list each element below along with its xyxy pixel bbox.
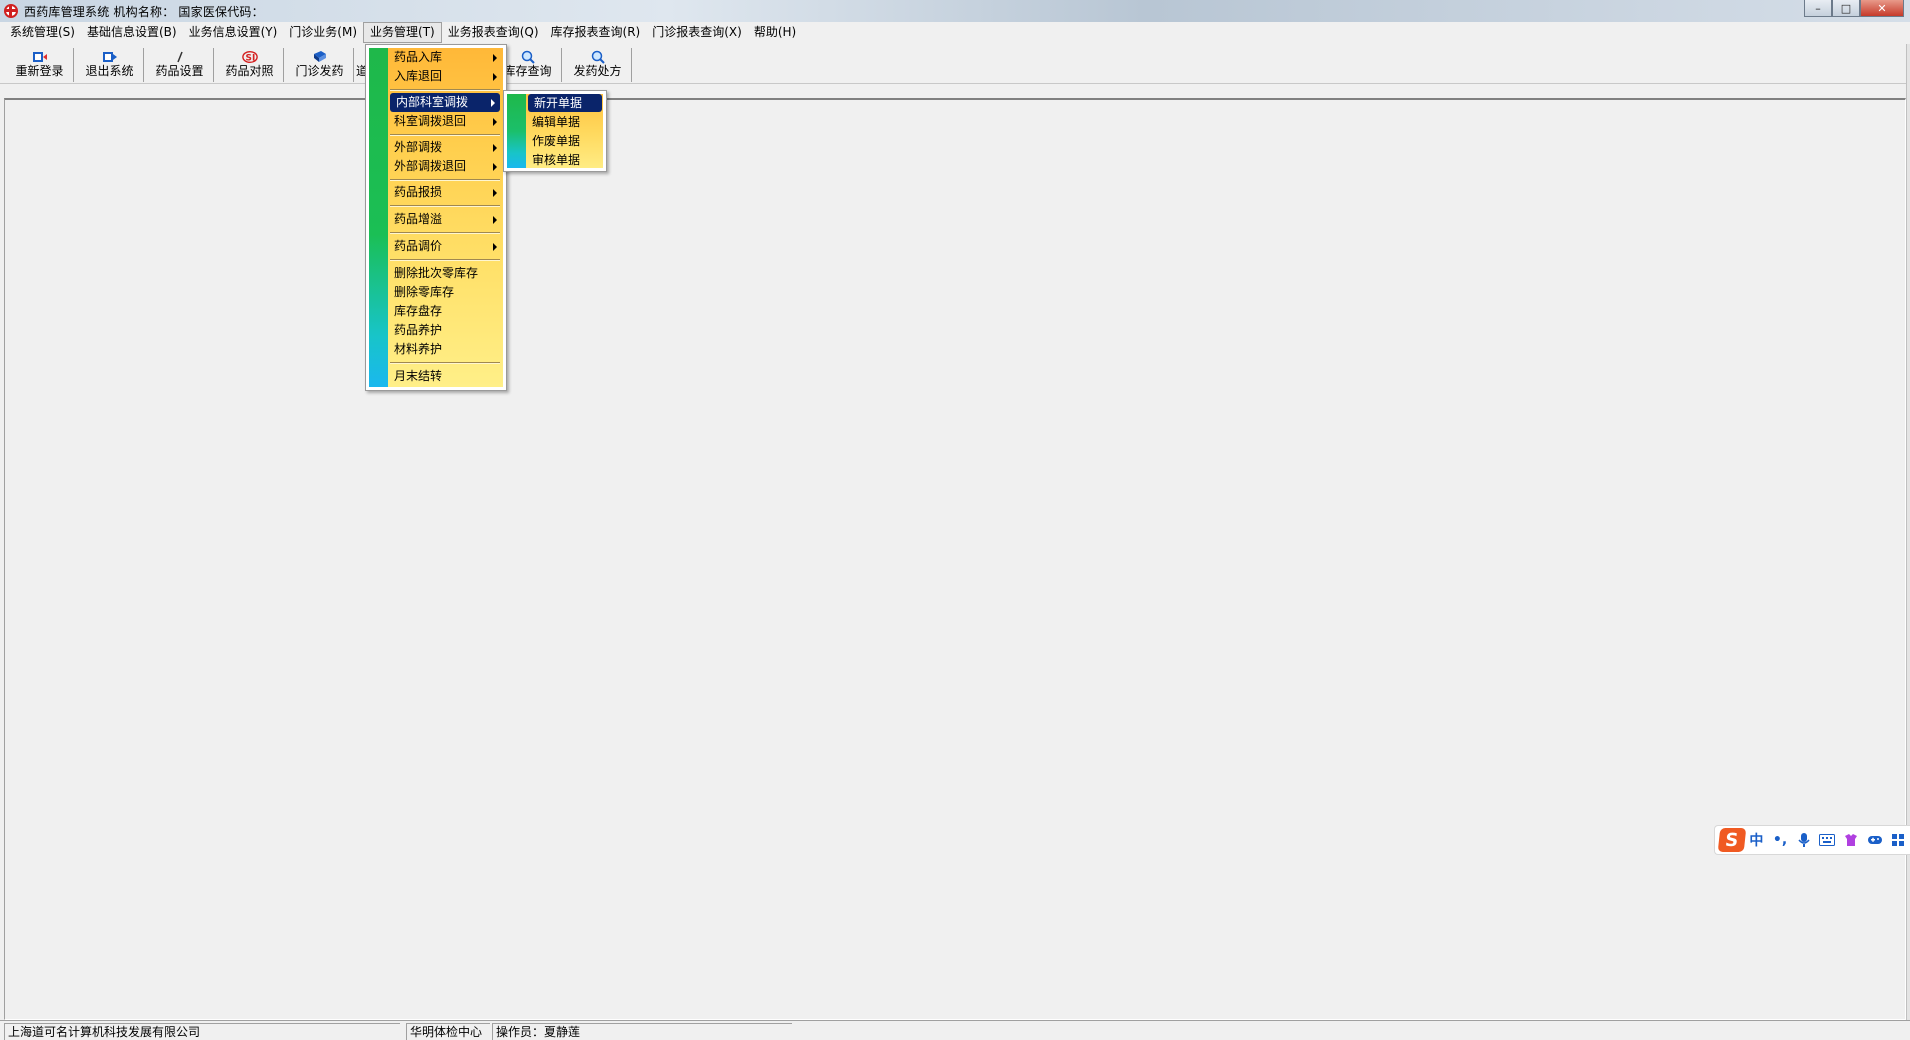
menu-help[interactable]: 帮助(H) — [748, 22, 802, 43]
grid-icon[interactable] — [1886, 828, 1910, 852]
exit-system-button[interactable]: 退出系统 — [76, 48, 144, 82]
menu-separator — [390, 362, 500, 364]
submenu-arrow-icon — [493, 144, 497, 152]
ime-punctuation-toggle[interactable]: •, — [1768, 828, 1792, 852]
menu-bar: 系统管理(S) 基础信息设置(B) 业务信息设置(Y) 门诊业务(M) 业务管理… — [0, 22, 1910, 43]
menu-item-internal-transfer[interactable]: 内部科室调拨 — [390, 93, 500, 112]
submenu-item-new-document[interactable]: 新开单据 — [528, 94, 602, 112]
menu-item-drug-loss[interactable]: 药品报损 — [388, 183, 502, 202]
sogou-logo-icon[interactable]: S — [1717, 828, 1746, 852]
submenu-arrow-icon — [493, 54, 497, 62]
ime-mode-toggle[interactable]: 中 — [1745, 828, 1769, 852]
submenu-arrow-icon — [493, 243, 497, 251]
submenu-item-review-document[interactable]: 审核单据 — [526, 151, 602, 169]
menu-inventory-reports[interactable]: 库存报表查询(R) — [545, 22, 647, 43]
submenu-item-edit-document[interactable]: 编辑单据 — [526, 113, 602, 131]
menu-item-drug-maintenance[interactable]: 药品养护 — [388, 321, 502, 340]
menu-separator — [390, 259, 500, 261]
window-controls: – □ ✕ — [1804, 0, 1904, 17]
submenu-arrow-icon — [493, 163, 497, 171]
app-icon — [4, 4, 18, 18]
menu-item-price-adjust[interactable]: 药品调价 — [388, 237, 502, 256]
submenu-arrow-icon — [493, 216, 497, 224]
menu-item-delete-batch-zero-stock[interactable]: 删除批次零库存 — [388, 264, 502, 283]
internal-transfer-submenu: 新开单据 编辑单据 作废单据 审核单据 — [503, 90, 607, 172]
menu-separator — [390, 134, 500, 136]
book-icon — [312, 50, 328, 64]
menu-item-drug-inbound[interactable]: 药品入库 — [388, 48, 502, 67]
game-icon[interactable] — [1863, 828, 1887, 852]
menu-separator — [390, 179, 500, 181]
menu-separator — [390, 89, 500, 91]
status-bar: 上海道可名计算机科技发展有限公司 华明体检中心 操作员：夏静莲 — [0, 1020, 1910, 1040]
menu-separator — [390, 232, 500, 234]
window-title: 西药库管理系统 机构名称： 国家医保代码： — [24, 4, 264, 19]
exit-icon — [102, 50, 118, 64]
submenu-side-strip — [507, 94, 526, 168]
minimize-button[interactable]: – — [1804, 0, 1832, 17]
menu-item-material-maintenance[interactable]: 材料养护 — [388, 340, 502, 359]
submenu-item-void-document[interactable]: 作废单据 — [526, 132, 602, 150]
title-bar: 西药库管理系统 机构名称： 国家医保代码： – □ ✕ — [0, 0, 1910, 22]
menu-item-drug-surplus[interactable]: 药品增溢 — [388, 210, 502, 229]
menu-item-stocktake[interactable]: 库存盘存 — [388, 302, 502, 321]
menu-separator — [390, 205, 500, 207]
business-management-dropdown: 药品入库 入库退回 内部科室调拨 科室调拨退回 外部调拨 外部调拨退回 药品报损… — [365, 44, 507, 391]
menu-item-dept-transfer-return[interactable]: 科室调拨退回 — [388, 112, 502, 131]
main-workspace — [4, 98, 1906, 1020]
dropdown-side-strip — [369, 48, 388, 387]
maximize-button[interactable]: □ — [1832, 0, 1860, 17]
menu-business-reports[interactable]: 业务报表查询(Q) — [442, 22, 545, 43]
menu-outpatient-reports[interactable]: 门诊报表查询(X) — [646, 22, 748, 43]
menu-system[interactable]: 系统管理(S) — [4, 22, 81, 43]
submenu-arrow-icon — [493, 189, 497, 197]
menu-item-inbound-return[interactable]: 入库退回 — [388, 67, 502, 86]
menu-item-external-transfer-return[interactable]: 外部调拨退回 — [388, 157, 502, 176]
si-icon: SI — [241, 50, 258, 64]
status-center: 华明体检中心 — [406, 1023, 490, 1040]
drug-mapping-button[interactable]: SI 药品对照 — [216, 48, 284, 82]
menu-business-settings[interactable]: 业务信息设置(Y) — [183, 22, 284, 43]
keyboard-icon[interactable] — [1815, 828, 1839, 852]
menu-outpatient[interactable]: 门诊业务(M) — [283, 22, 363, 43]
drug-settings-button[interactable]: 药品设置 — [146, 48, 214, 82]
submenu-arrow-icon — [493, 73, 497, 81]
close-button[interactable]: ✕ — [1860, 0, 1904, 17]
submenu-arrow-icon — [493, 118, 497, 126]
magnifier-icon — [590, 50, 606, 64]
relogin-icon — [32, 50, 48, 64]
submenu-arrow-icon — [491, 99, 495, 107]
menu-business-management[interactable]: 业务管理(T) — [363, 22, 442, 43]
magnifier-icon — [520, 50, 536, 64]
menu-basic-settings[interactable]: 基础信息设置(B) — [81, 22, 183, 43]
status-company: 上海道可名计算机科技发展有限公司 — [4, 1023, 400, 1040]
toolbar: 重新登录 退出系统 药品设置 SI 药品对照 门诊发药 道 库存查询 发药处方 — [0, 44, 1910, 84]
menu-item-external-transfer[interactable]: 外部调拨 — [388, 138, 502, 157]
status-operator: 操作员：夏静莲 — [492, 1023, 792, 1040]
ime-toolbar[interactable]: S 中 •, — [1714, 825, 1910, 855]
outpatient-dispense-button[interactable]: 门诊发药 — [286, 48, 354, 82]
menu-item-delete-zero-stock[interactable]: 删除零库存 — [388, 283, 502, 302]
pencil-icon — [172, 50, 188, 64]
right-edge — [1906, 44, 1910, 1020]
menu-item-month-end-close[interactable]: 月末结转 — [388, 367, 502, 386]
svg-text:SI: SI — [245, 54, 255, 64]
relogin-button[interactable]: 重新登录 — [6, 48, 74, 82]
dispense-prescription-button[interactable]: 发药处方 — [564, 48, 632, 82]
mic-icon[interactable] — [1792, 828, 1816, 852]
skin-icon[interactable] — [1839, 828, 1863, 852]
